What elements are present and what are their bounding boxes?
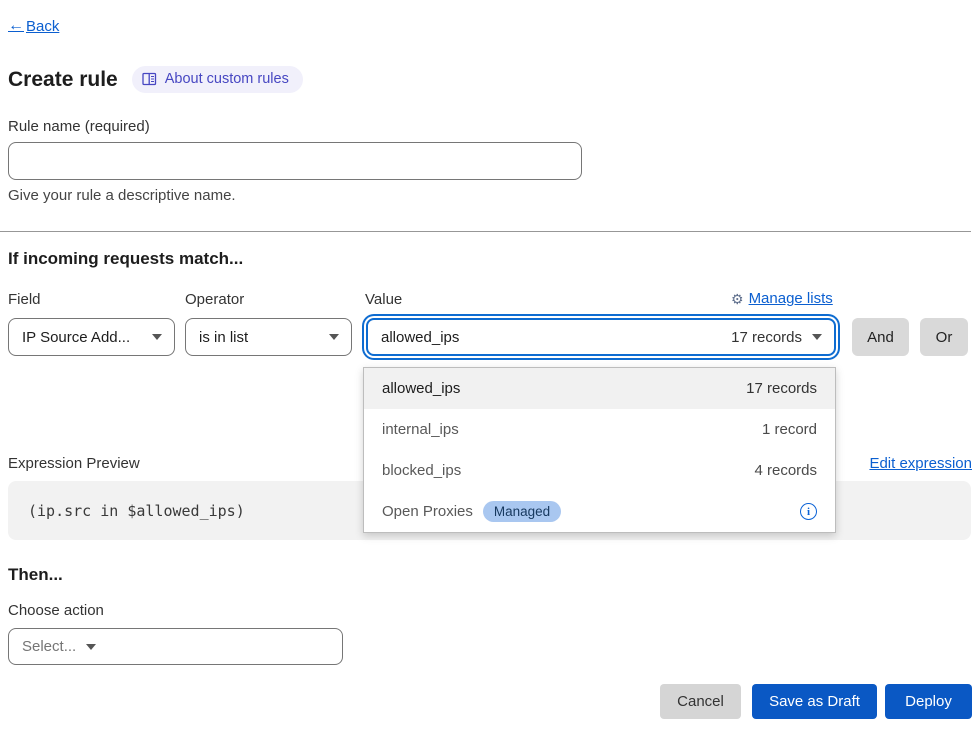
save-as-draft-button[interactable]: Save as Draft [752, 684, 877, 719]
operator-select-value: is in list [199, 329, 319, 346]
cancel-button[interactable]: Cancel [660, 684, 741, 719]
info-icon[interactable]: i [800, 503, 817, 520]
operator-select[interactable]: is in list [185, 318, 352, 356]
operator-column-label: Operator [185, 291, 244, 308]
rule-name-label: Rule name (required) [8, 118, 150, 135]
then-section-heading: Then... [8, 565, 63, 585]
expression-preview-label: Expression Preview [8, 455, 140, 472]
rule-name-input[interactable] [8, 142, 582, 180]
field-select-value: IP Source Add... [22, 329, 142, 346]
rule-name-helper-text: Give your rule a descriptive name. [8, 187, 236, 204]
back-arrow-icon: ← [8, 17, 24, 35]
action-select-placeholder: Select... [22, 638, 76, 655]
dropdown-option-internal-ips[interactable]: internal_ips 1 record [364, 409, 835, 450]
list-name: internal_ips [382, 421, 762, 438]
expression-code: (ip.src in $allowed_ips) [28, 502, 245, 520]
value-select-value: allowed_ips [381, 329, 731, 346]
dropdown-option-open-proxies[interactable]: Open Proxies Managed i [364, 491, 835, 532]
chevron-down-icon [329, 334, 339, 340]
field-select[interactable]: IP Source Add... [8, 318, 175, 356]
dropdown-option-allowed-ips[interactable]: allowed_ips 17 records [364, 368, 835, 409]
back-link-label: Back [26, 18, 59, 35]
chevron-down-icon [86, 644, 96, 650]
list-record-count: 1 record [762, 421, 817, 438]
match-section-heading: If incoming requests match... [8, 249, 243, 269]
title-row: Create rule About custom rules [8, 66, 303, 93]
chevron-down-icon [152, 334, 162, 340]
edit-expression-link[interactable]: Edit expression [869, 455, 972, 472]
list-name: Open Proxies [382, 503, 473, 520]
list-record-count: 4 records [754, 462, 817, 479]
book-icon [142, 72, 157, 86]
action-select[interactable]: Select... [8, 628, 343, 665]
value-select-records: 17 records [731, 329, 802, 346]
deploy-button[interactable]: Deploy [885, 684, 972, 719]
gear-icon: ⚙ [731, 292, 744, 306]
managed-badge: Managed [483, 501, 561, 522]
chevron-down-icon [812, 334, 822, 340]
and-button[interactable]: And [852, 318, 909, 356]
list-name: allowed_ips [382, 380, 746, 397]
page-title: Create rule [8, 68, 118, 92]
value-dropdown-panel: allowed_ips 17 records internal_ips 1 re… [363, 367, 836, 533]
section-divider [0, 231, 971, 232]
value-select[interactable]: allowed_ips 17 records [366, 318, 836, 356]
manage-lists-link[interactable]: ⚙ Manage lists [731, 290, 838, 307]
or-button[interactable]: Or [920, 318, 968, 356]
list-name: blocked_ips [382, 462, 754, 479]
about-custom-rules-link[interactable]: About custom rules [132, 66, 303, 93]
manage-lists-label: Manage lists [749, 290, 833, 307]
choose-action-label: Choose action [8, 602, 104, 619]
value-column-label: Value [365, 291, 402, 308]
back-link[interactable]: ← Back [8, 17, 59, 35]
create-rule-page: ← Back Create rule About custom rules Ru… [0, 0, 979, 739]
field-column-label: Field [8, 291, 41, 308]
list-record-count: 17 records [746, 380, 817, 397]
about-badge-label: About custom rules [165, 71, 289, 87]
dropdown-option-blocked-ips[interactable]: blocked_ips 4 records [364, 450, 835, 491]
